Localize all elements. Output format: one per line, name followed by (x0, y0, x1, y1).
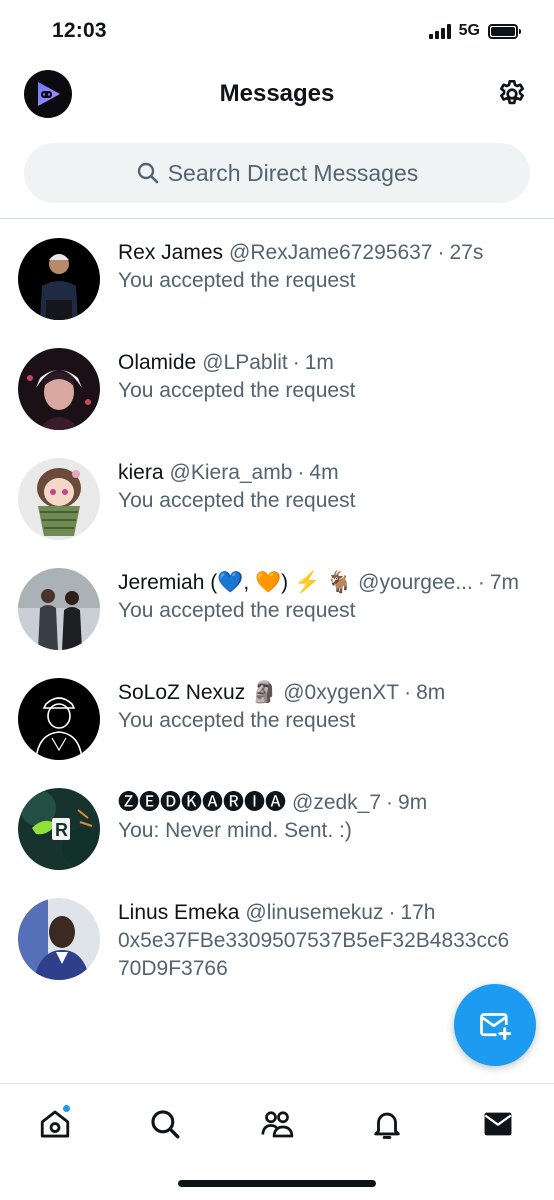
message-time: 9m (398, 791, 428, 814)
avatar[interactable] (18, 348, 100, 430)
network-type: 5G (458, 22, 480, 39)
settings-button[interactable] (494, 76, 530, 112)
svg-text:R: R (55, 820, 68, 840)
new-message-icon (480, 1013, 512, 1040)
search-input[interactable]: Search Direct Messages (24, 143, 530, 203)
nav-notifications[interactable] (365, 1102, 409, 1146)
contact-name: kiera (118, 461, 164, 484)
message-time: 8m (416, 681, 446, 704)
notifications-icon (374, 1112, 400, 1139)
search-icon (151, 1110, 180, 1139)
conversation-list: Rex James @RexJame67295637 · 27s You acc… (0, 219, 554, 999)
avatar[interactable] (18, 458, 100, 540)
contact-name: Jeremiah (💙, 🧡) ⚡️ 🐐 (118, 571, 353, 594)
conversation-item[interactable]: Linus Emeka @linusemekuz · 17h 0x5e37FBe… (0, 879, 554, 999)
contact-name: Linus Emeka (118, 901, 240, 924)
message-preview: You accepted the request (118, 269, 356, 292)
signal-icon (428, 23, 451, 39)
header: Messages (0, 62, 554, 132)
message-preview: You accepted the request (118, 709, 356, 732)
nav-home[interactable] (33, 1102, 77, 1146)
contact-name: 🅩🅔🅓🅚🅐🅡🅘🅐 (118, 791, 286, 814)
search-placeholder: Search Direct Messages (167, 159, 419, 186)
conversation-item[interactable]: SoLoZ Nexuz 🗿 @0xygenXT · 8m You accepte… (0, 659, 554, 769)
communities-icon (261, 1111, 294, 1138)
message-time: 7m (489, 571, 520, 594)
message-preview: You accepted the request (118, 599, 356, 622)
contact-handle: @RexJame67295637 (229, 241, 433, 264)
contact-name: Olamide (118, 351, 197, 374)
status-bar: 12:03 5G (0, 0, 554, 62)
home-indicator (178, 1180, 376, 1187)
message-time: 17h (400, 901, 436, 924)
messages-icon (484, 1112, 512, 1136)
nav-search[interactable] (143, 1102, 187, 1146)
message-time: 27s (449, 241, 484, 264)
conversation-item[interactable]: kiera @Kiera_amb · 4m You accepted the r… (0, 439, 554, 549)
conversation-item[interactable]: Jeremiah (💙, 🧡) ⚡️ 🐐 @yourgee... · 7m Yo… (0, 549, 554, 659)
notification-dot (62, 1104, 71, 1113)
conversation-item[interactable]: R 🅩🅔🅓🅚🅐🅡🅘🅐 @zedk_7 · 9m You: Never mind.… (0, 769, 554, 879)
battery-icon (488, 23, 521, 39)
new-message-button[interactable] (454, 984, 536, 1066)
avatar[interactable] (18, 898, 100, 980)
message-preview: You accepted the request (118, 489, 356, 512)
avatar[interactable] (18, 568, 100, 650)
message-preview: You accepted the request (118, 379, 356, 402)
avatar[interactable] (18, 678, 100, 760)
search-icon (137, 162, 159, 184)
status-time: 12:03 (52, 19, 107, 42)
conversation-item[interactable]: Olamide @LPablit · 1m You accepted the r… (0, 329, 554, 439)
nav-messages[interactable] (476, 1102, 520, 1146)
contact-handle: @zedk_7 (292, 791, 382, 814)
avatar[interactable]: R (18, 788, 100, 870)
conversation-item[interactable]: Rex James @RexJame67295637 · 27s You acc… (0, 219, 554, 329)
contact-handle: @Kiera_amb (169, 461, 293, 484)
contact-handle: @yourgee... (358, 571, 473, 594)
contact-name: Rex James (118, 241, 224, 264)
avatar[interactable] (18, 238, 100, 320)
gear-icon (500, 80, 524, 105)
contact-handle: @LPablit (202, 351, 288, 374)
message-time: 4m (309, 461, 339, 484)
message-preview: You: Never mind. Sent. :) (118, 819, 352, 842)
contact-handle: @0xygenXT (283, 681, 400, 704)
status-indicators: 5G (428, 22, 521, 40)
contact-handle: @linusemekuz (245, 901, 384, 924)
page-title: Messages (219, 80, 335, 107)
nav-communities[interactable] (255, 1102, 299, 1146)
message-time: 1m (304, 351, 334, 374)
message-preview: 0x5e37FBe3309507537B5eF32B4833cc670D9F37… (118, 929, 510, 980)
contact-name: SoLoZ Nexuz 🗿 (118, 681, 278, 704)
